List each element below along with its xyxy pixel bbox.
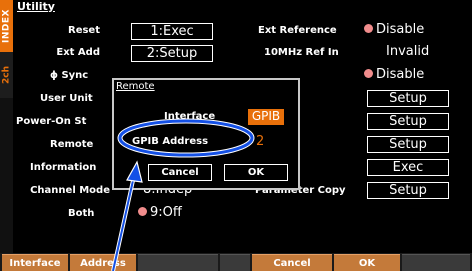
index-tab[interactable]: INDEX — [0, 0, 13, 52]
reset-field[interactable]: 1:Exec — [131, 23, 213, 40]
page-title: Utility — [17, 0, 55, 13]
dialog-title: Remote — [116, 81, 155, 92]
softkey-address[interactable]: Address — [70, 254, 136, 271]
ext-add-label: Ext Add — [56, 47, 100, 58]
gpib-address-label: GPIB Address — [132, 136, 209, 147]
indicator-dot-icon — [364, 69, 373, 78]
power-on-state-label: Power-On St — [16, 116, 87, 127]
ext-reference-value[interactable]: Disable — [364, 22, 424, 37]
ext-reference-value-text: Disable — [376, 22, 425, 37]
ext-add-field[interactable]: 2:Setup — [131, 45, 213, 62]
ref-in-label: 10MHz Ref In — [264, 47, 339, 58]
interface-value[interactable]: GPIB — [248, 109, 284, 125]
side-strip — [0, 98, 13, 253]
both-value[interactable]: 9:Off — [138, 205, 182, 220]
softkey-empty-2 — [220, 254, 250, 271]
parameter-copy-setup-button[interactable]: Setup — [367, 182, 449, 199]
reset-label: Reset — [68, 25, 100, 36]
power-on-setup-button[interactable]: Setup — [367, 113, 449, 130]
remote-dialog: Remote Interface GPIB GPIB Address 2 Can… — [112, 78, 300, 190]
information-label: Information — [30, 162, 97, 173]
right-row3-value-text: Disable — [376, 67, 425, 82]
softkey-empty-3 — [402, 254, 470, 271]
channel-indicator: 2ch — [0, 52, 13, 98]
user-unit-setup-button[interactable]: Setup — [367, 90, 449, 107]
dialog-ok-button[interactable]: OK — [224, 164, 288, 181]
channel-mode-label: Channel Mode — [30, 185, 110, 196]
both-value-text: 9:Off — [150, 205, 182, 220]
phi-sync-label: ϕ Sync — [50, 70, 89, 81]
remote-label: Remote — [50, 139, 94, 150]
channel-indicator-label: 2ch — [1, 66, 12, 85]
softkey-ok[interactable]: OK — [334, 254, 400, 271]
ref-in-value: Invalid — [386, 44, 430, 59]
gpib-address-value[interactable]: 2 — [256, 134, 264, 149]
right-row3-value[interactable]: Disable — [364, 67, 424, 82]
index-tab-label: INDEX — [1, 9, 12, 43]
ext-reference-label: Ext Reference — [258, 25, 337, 36]
remote-setup-button[interactable]: Setup — [367, 136, 449, 153]
indicator-dot-icon — [138, 207, 147, 216]
indicator-dot-icon — [364, 24, 373, 33]
dialog-cancel-button[interactable]: Cancel — [148, 164, 212, 181]
interface-label: Interface — [164, 111, 216, 122]
softkey-empty-1 — [138, 254, 218, 271]
utility-screen: INDEX 2ch Utility Reset 1:Exec Ext Add 2… — [0, 0, 472, 271]
softkey-cancel[interactable]: Cancel — [252, 254, 332, 271]
both-label: Both — [68, 208, 95, 219]
user-unit-label: User Unit — [40, 93, 93, 104]
self-check-exec-button[interactable]: Exec — [367, 159, 449, 176]
softkey-interface[interactable]: Interface — [2, 254, 68, 271]
